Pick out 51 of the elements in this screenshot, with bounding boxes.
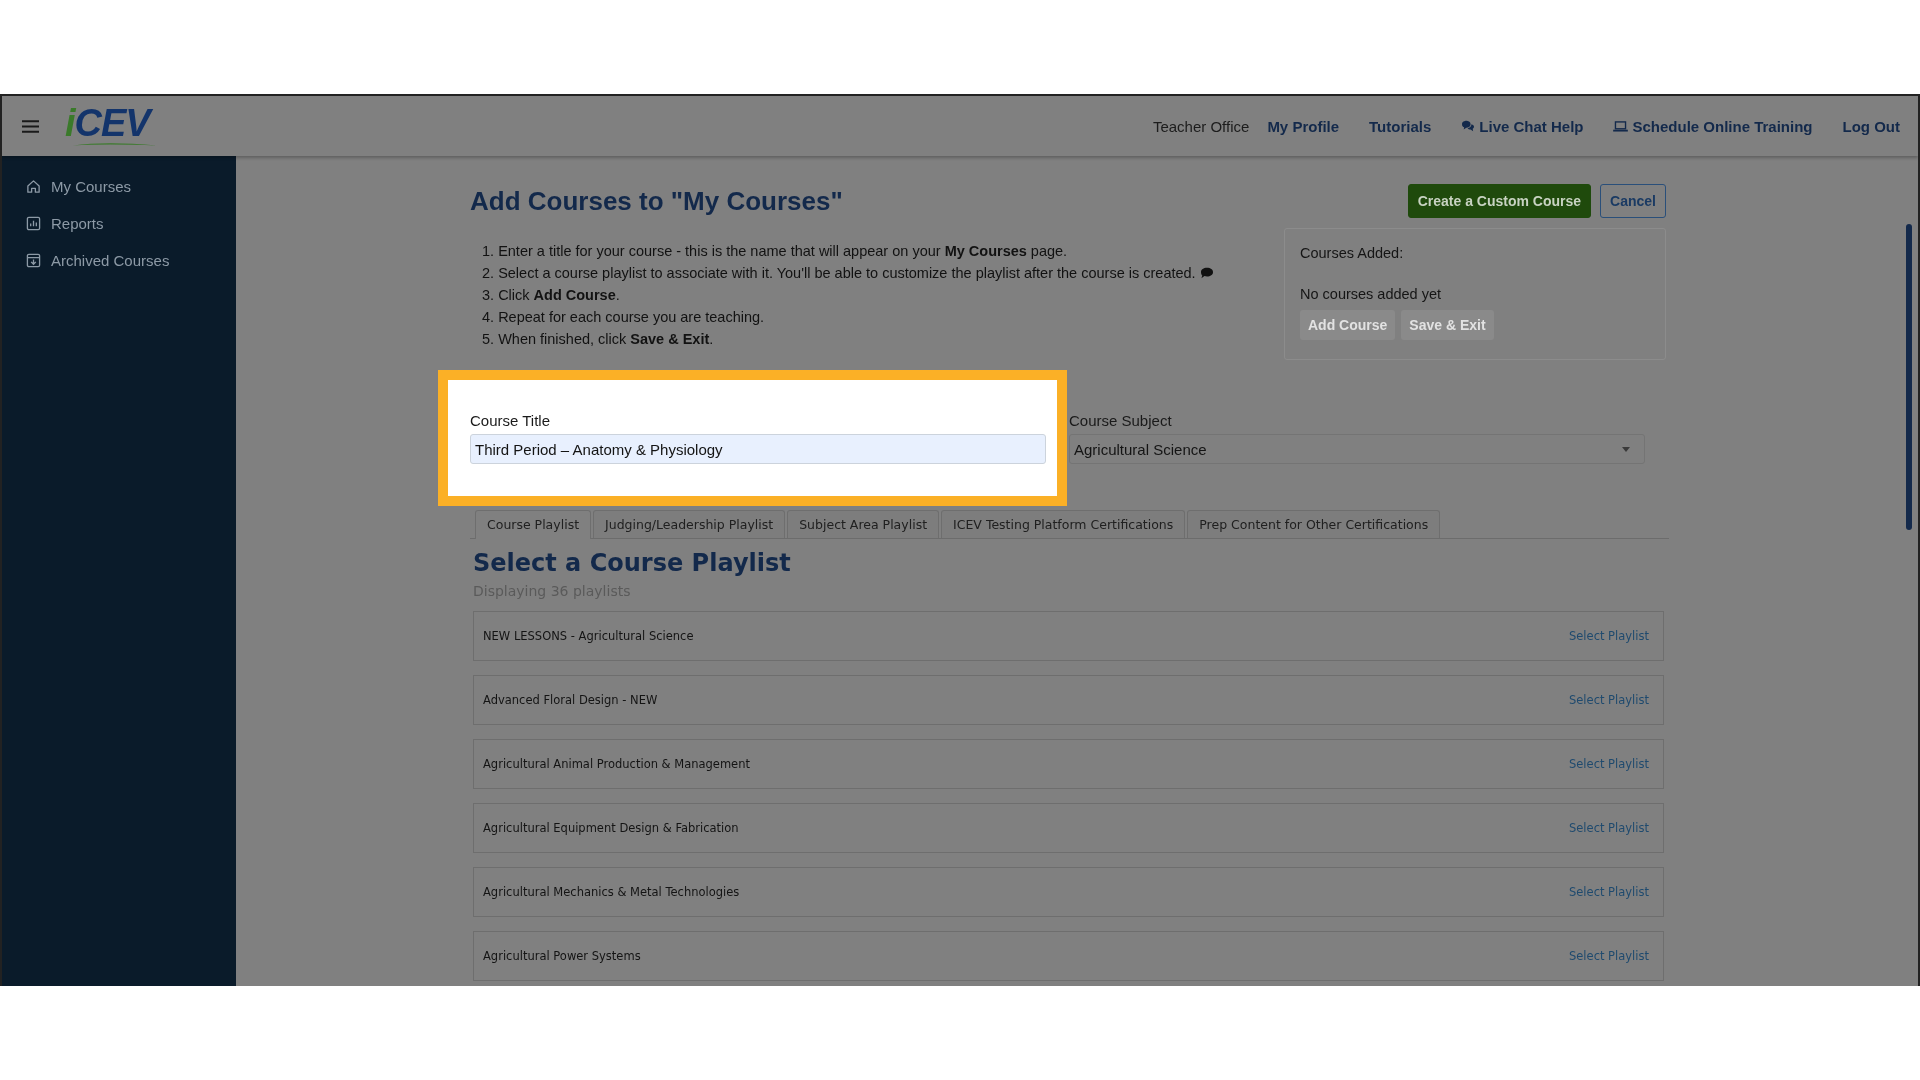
playlist-name: Advanced Floral Design - NEW bbox=[483, 693, 658, 707]
panel-title: Courses Added: bbox=[1300, 245, 1405, 261]
laptop-icon bbox=[1613, 120, 1629, 132]
course-title-field[interactable]: Third Period – Anatomy & Physiology bbox=[470, 434, 1046, 464]
select-playlist-link[interactable]: Select Playlist bbox=[1569, 629, 1649, 643]
nav-link[interactable]: Log Out bbox=[1842, 117, 1900, 135]
instruction-text: 5. When finished, click Save & Exit. bbox=[482, 330, 714, 349]
playlist-name: Agricultural Animal Production & Management bbox=[483, 757, 750, 771]
nav-link[interactable]: Schedule Online Training bbox=[1613, 117, 1813, 135]
select-playlist-link[interactable]: Select Playlist bbox=[1569, 949, 1649, 963]
playlist-name: Agricultural Power Systems bbox=[483, 949, 641, 963]
chat-icon bbox=[1461, 120, 1476, 132]
empty-message: No courses added yet bbox=[1300, 286, 1443, 302]
tab[interactable]: Prep Content for Other Certifications bbox=[1187, 510, 1441, 538]
home-icon bbox=[26, 179, 41, 194]
nav-link[interactable]: My Profile bbox=[1267, 117, 1340, 135]
select-playlist-link[interactable]: Select Playlist bbox=[1569, 693, 1649, 707]
field-label: Course Subject bbox=[1069, 412, 1173, 429]
select-playlist-link[interactable]: Select Playlist bbox=[1569, 757, 1649, 771]
scrollbar[interactable] bbox=[1906, 224, 1912, 530]
nav-link[interactable]: Live Chat Help bbox=[1461, 117, 1584, 135]
select-playlist-link[interactable]: Select Playlist bbox=[1569, 885, 1649, 899]
instruction-text: 1. Enter a title for your course - this is the name that will appear on your My Courses page. bbox=[482, 242, 1068, 261]
instruction-text: 3. Click Add Course. bbox=[482, 286, 620, 305]
instruction-text: 4. Repeat for each course you are teaching. bbox=[482, 308, 765, 327]
sidebar-item[interactable]: My Courses bbox=[2, 168, 236, 205]
course-subject-dropdown[interactable]: Agricultural Science bbox=[1069, 434, 1645, 464]
tab[interactable]: Judging/Leadership Playlist bbox=[593, 510, 786, 538]
tab[interactable]: Course Playlist bbox=[475, 510, 592, 539]
nav-link[interactable]: Tutorials bbox=[1369, 117, 1432, 135]
menu-icon[interactable] bbox=[22, 119, 39, 133]
cancel-button[interactable]: Cancel bbox=[1600, 184, 1666, 218]
tab[interactable]: Subject Area Playlist bbox=[787, 510, 940, 538]
field-label: Course Title bbox=[470, 412, 552, 429]
create-course-button[interactable]: Create a Custom Course bbox=[1407, 184, 1592, 218]
sidebar-item[interactable]: Archived Courses bbox=[2, 242, 236, 279]
tab[interactable]: ICEV Testing Platform Certifications bbox=[941, 510, 1186, 538]
playlist-name: Agricultural Mechanics & Metal Technologies bbox=[483, 885, 740, 899]
page-title: Add Courses to "My Courses" bbox=[470, 185, 843, 217]
instruction-text: 2. Select a course playlist to associate with it. You'll be able to customize the playlist after the course is created. bbox=[482, 264, 1196, 283]
archive-icon bbox=[26, 253, 41, 268]
caret-icon bbox=[1622, 446, 1630, 452]
sidebar-item[interactable]: Reports bbox=[2, 205, 236, 242]
speech-bubble-icon bbox=[1199, 267, 1214, 279]
section-title: Select a Course Playlist bbox=[473, 549, 792, 577]
select-playlist-link[interactable]: Select Playlist bbox=[1569, 821, 1649, 835]
playlist-name: Agricultural Equipment Design & Fabrication bbox=[483, 821, 739, 835]
nav-link[interactable]: Teacher Office bbox=[1152, 117, 1250, 135]
playlist-name: NEW LESSONS - Agricultural Science bbox=[483, 629, 694, 643]
logo[interactable]: iCEV bbox=[65, 104, 165, 148]
chart-icon bbox=[26, 216, 41, 231]
